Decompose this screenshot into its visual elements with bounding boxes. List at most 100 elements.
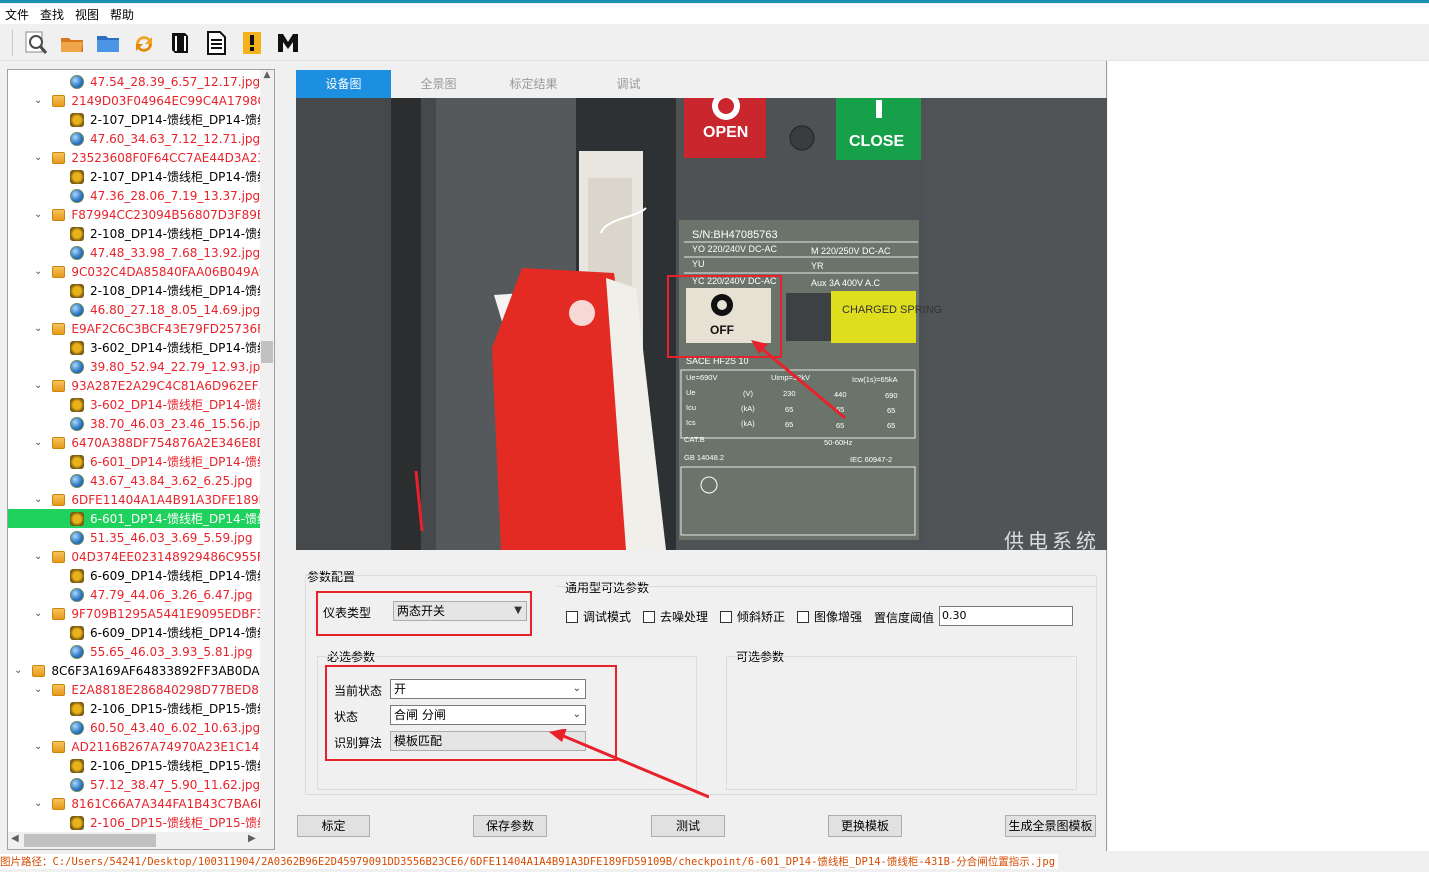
debug-mode-checkbox[interactable]: 调试模式 — [566, 608, 631, 625]
tree-file-item[interactable]: 2-108_DP14-馈线柜_DP14-馈线 — [8, 281, 261, 300]
tree-folder-item[interactable]: ⌄ 8C6F3A169AF64833892FF3AB0DAF2 — [8, 661, 261, 680]
tree-folder-item[interactable]: ⌄ 9F709B1295A5441E9095EDBF38 — [8, 604, 261, 623]
algorithm-value: 模板匹配 — [394, 734, 443, 748]
tree-folder-item[interactable]: ⌄ 04D374EE023148929486C955FEI — [8, 547, 261, 566]
tree-item-label: 04D374EE023148929486C955FEI — [71, 549, 261, 564]
tree-file-item[interactable]: 47.48_33.98_7.68_13.92.jpg — [8, 243, 261, 262]
tree-file-item[interactable]: 47.79_44.06_3.26_6.47.jpg — [8, 585, 261, 604]
replace-template-button[interactable]: 更换模板 — [828, 815, 902, 837]
tilt-correction-checkbox[interactable]: 倾斜矫正 — [720, 608, 785, 625]
tree-item-label: 8C6F3A169AF64833892FF3AB0DAF2 — [51, 663, 261, 678]
expand-chevron-icon[interactable]: ⌄ — [34, 494, 42, 505]
tree-folder-item[interactable]: ⌄ 23523608F0F64CC7AE44D3A231 — [8, 148, 261, 167]
tree-item-label: 3-602_DP14-馈线柜_DP14-馈线 — [90, 398, 261, 412]
menu-find[interactable]: 查找 — [35, 6, 70, 23]
state-select[interactable]: 合闸 分闸 ⌄ — [390, 705, 586, 725]
open-folder-icon[interactable] — [57, 28, 87, 58]
tree-folder-item[interactable]: ⌄ 6470A388DF754876A2E346E8DF — [8, 433, 261, 452]
tree-file-item[interactable]: 2-107_DP14-馈线柜_DP14-馈线 — [8, 167, 261, 186]
tree-folder-item[interactable]: ⌄ 8161C66A7A344FA1B43C7BA6FE — [8, 794, 261, 813]
tree-file-item[interactable]: 2-106_DP15-馈线柜_DP15-馈线 — [8, 699, 261, 718]
tree-file-item[interactable]: 6-609_DP14-馈线柜_DP14-馈线 — [8, 566, 261, 585]
tree-folder-item[interactable]: ⌄ 93A287E2A29C4C81A6D962EF31 — [8, 376, 261, 395]
tree-folder-item[interactable]: ⌄ E2A8818E286840298D77BED8F6 — [8, 680, 261, 699]
tree-file-item[interactable]: 2-107_DP14-馈线柜_DP14-馈线 — [8, 110, 261, 129]
tree-file-item[interactable]: 2-108_DP14-馈线柜_DP14-馈线 — [8, 224, 261, 243]
expand-chevron-icon[interactable]: ⌄ — [34, 798, 42, 809]
tab-panorama[interactable]: 全景图 — [391, 70, 486, 98]
tree-file-item[interactable]: 43.67_43.84_3.62_6.25.jpg — [8, 471, 261, 490]
calibrate-button[interactable]: 标定 — [297, 815, 370, 837]
generate-panorama-template-button[interactable]: 生成全景图模板 — [1005, 815, 1096, 837]
warning-icon[interactable] — [237, 28, 267, 58]
scroll-right-icon[interactable]: ▶ — [248, 833, 256, 844]
toolbar-separator — [12, 29, 13, 56]
image-enhance-checkbox[interactable]: 图像增强 — [797, 608, 862, 625]
book-icon[interactable] — [165, 28, 195, 58]
denoise-checkbox[interactable]: 去噪处理 — [643, 608, 708, 625]
menu-file[interactable]: 文件 — [0, 6, 35, 23]
tree-file-item[interactable]: 51.35_46.03_3.69_5.59.jpg — [8, 528, 261, 547]
tab-device-image[interactable]: 设备图 — [296, 70, 391, 98]
tree-file-item[interactable]: 57.12_38.47_5.90_11.62.jpg — [8, 775, 261, 794]
tree-file-item[interactable]: 38.70_46.03_23.46_15.56.jpg — [8, 414, 261, 433]
hscroll-thumb[interactable] — [24, 834, 156, 847]
expand-chevron-icon[interactable]: ⌄ — [34, 437, 42, 448]
expand-chevron-icon[interactable]: ⌄ — [34, 551, 42, 562]
document-icon[interactable] — [201, 28, 231, 58]
tree-folder-item[interactable]: ⌄ 9C032C4DA85840FAA06B049A9C — [8, 262, 261, 281]
tree-item-label: 47.79_44.06_3.26_6.47.jpg — [90, 587, 253, 602]
tree-folder-item[interactable]: ⌄ AD2116B267A74970A23E1C147C — [8, 737, 261, 756]
tree-file-item[interactable]: 6-601_DP14-馈线柜_DP14-馈线 — [8, 452, 261, 471]
expand-chevron-icon[interactable]: ⌄ — [34, 380, 42, 391]
tree-folder-item[interactable]: ⌄ E9AF2C6C3BCF43E79FD25736FB — [8, 319, 261, 338]
expand-chevron-icon[interactable]: ⌄ — [34, 323, 42, 334]
tree-file-item[interactable]: 39.80_52.94_22.79_12.93.jpg — [8, 357, 261, 376]
table-cell: Icu — [686, 403, 696, 412]
save-params-button[interactable]: 保存参数 — [473, 815, 547, 837]
menu-help[interactable]: 帮助 — [105, 6, 140, 23]
scroll-up-icon[interactable]: ▲ — [260, 70, 274, 84]
m-icon[interactable] — [273, 28, 303, 58]
tree-file-item[interactable]: 55.65_46.03_3.93_5.81.jpg — [8, 642, 261, 661]
meter-type-select[interactable]: 两态开关 ▼ — [393, 601, 527, 621]
tree-file-item[interactable]: 46.80_27.18_8.05_14.69.jpg — [8, 300, 261, 319]
plate-cell: Aux 3A 400V A.C — [811, 278, 881, 288]
tree-file-item[interactable]: 47.36_28.06_7.19_13.37.jpg — [8, 186, 261, 205]
expand-chevron-icon[interactable]: ⌄ — [34, 684, 42, 695]
tree-folder-item[interactable]: ⌄ 6DFE11404A1A4B91A3DFE189FD — [8, 490, 261, 509]
tree-file-item[interactable]: 60.50_43.40_6.02_10.63.jpg — [8, 718, 261, 737]
scroll-left-icon[interactable]: ◀ — [11, 833, 19, 844]
expand-chevron-icon[interactable]: ⌄ — [34, 266, 42, 277]
zoom-icon[interactable] — [21, 28, 51, 58]
expand-chevron-icon[interactable]: ⌄ — [34, 741, 42, 752]
tree-vertical-scrollbar[interactable]: ▲ — [260, 70, 274, 832]
tree-file-item[interactable]: 6-609_DP14-馈线柜_DP14-馈线 — [8, 623, 261, 642]
tree-item-label: 46.80_27.18_8.05_14.69.jpg — [90, 302, 261, 317]
tree-horizontal-scrollbar[interactable]: ◀ ▶ — [8, 832, 274, 849]
folder-icon[interactable] — [93, 28, 123, 58]
scroll-thumb[interactable] — [261, 341, 273, 363]
tree-folder-item[interactable]: ⌄ 2149D03F04964EC99C4A1798CE — [8, 91, 261, 110]
tree-file-item[interactable]: 47.60_34.63_7.12_12.71.jpg — [8, 129, 261, 148]
tree-file-item[interactable]: 6-601_DP14-馈线柜_DP14-馈线 — [8, 509, 261, 528]
expand-chevron-icon[interactable]: ⌄ — [34, 152, 42, 163]
expand-chevron-icon[interactable]: ⌄ — [34, 209, 42, 220]
expand-chevron-icon[interactable]: ⌄ — [34, 608, 42, 619]
expand-chevron-icon[interactable]: ⌄ — [34, 95, 42, 106]
tree-folder-item[interactable]: ⌄ F87994CC23094B56807D3F89BF — [8, 205, 261, 224]
tree-file-item[interactable]: 2-106_DP15-馈线柜_DP15-馈线 — [8, 756, 261, 775]
refresh-icon[interactable] — [129, 28, 159, 58]
confidence-threshold-input[interactable]: 0.30 — [939, 606, 1073, 626]
tree-file-item[interactable]: 3-602_DP14-馈线柜_DP14-馈线 — [8, 395, 261, 414]
menu-view[interactable]: 视图 — [70, 6, 105, 23]
tab-debug[interactable]: 调试 — [581, 70, 676, 98]
current-state-select[interactable]: 开 ⌄ — [390, 679, 586, 699]
tree-file-item[interactable]: 2-106_DP15-馈线柜_DP15-馈线 — [8, 813, 261, 832]
file-tree[interactable]: 47.54_28.39_6.57_12.17.jpg ⌄ 2149D03F04964… — [7, 69, 275, 850]
tree-file-item[interactable]: 3-602_DP14-馈线柜_DP14-馈线 — [8, 338, 261, 357]
tab-calibration-result[interactable]: 标定结果 — [486, 70, 581, 98]
tree-file-item[interactable]: 47.54_28.39_6.57_12.17.jpg — [8, 72, 261, 91]
test-button[interactable]: 测试 — [651, 815, 725, 837]
expand-chevron-icon[interactable]: ⌄ — [14, 665, 22, 676]
